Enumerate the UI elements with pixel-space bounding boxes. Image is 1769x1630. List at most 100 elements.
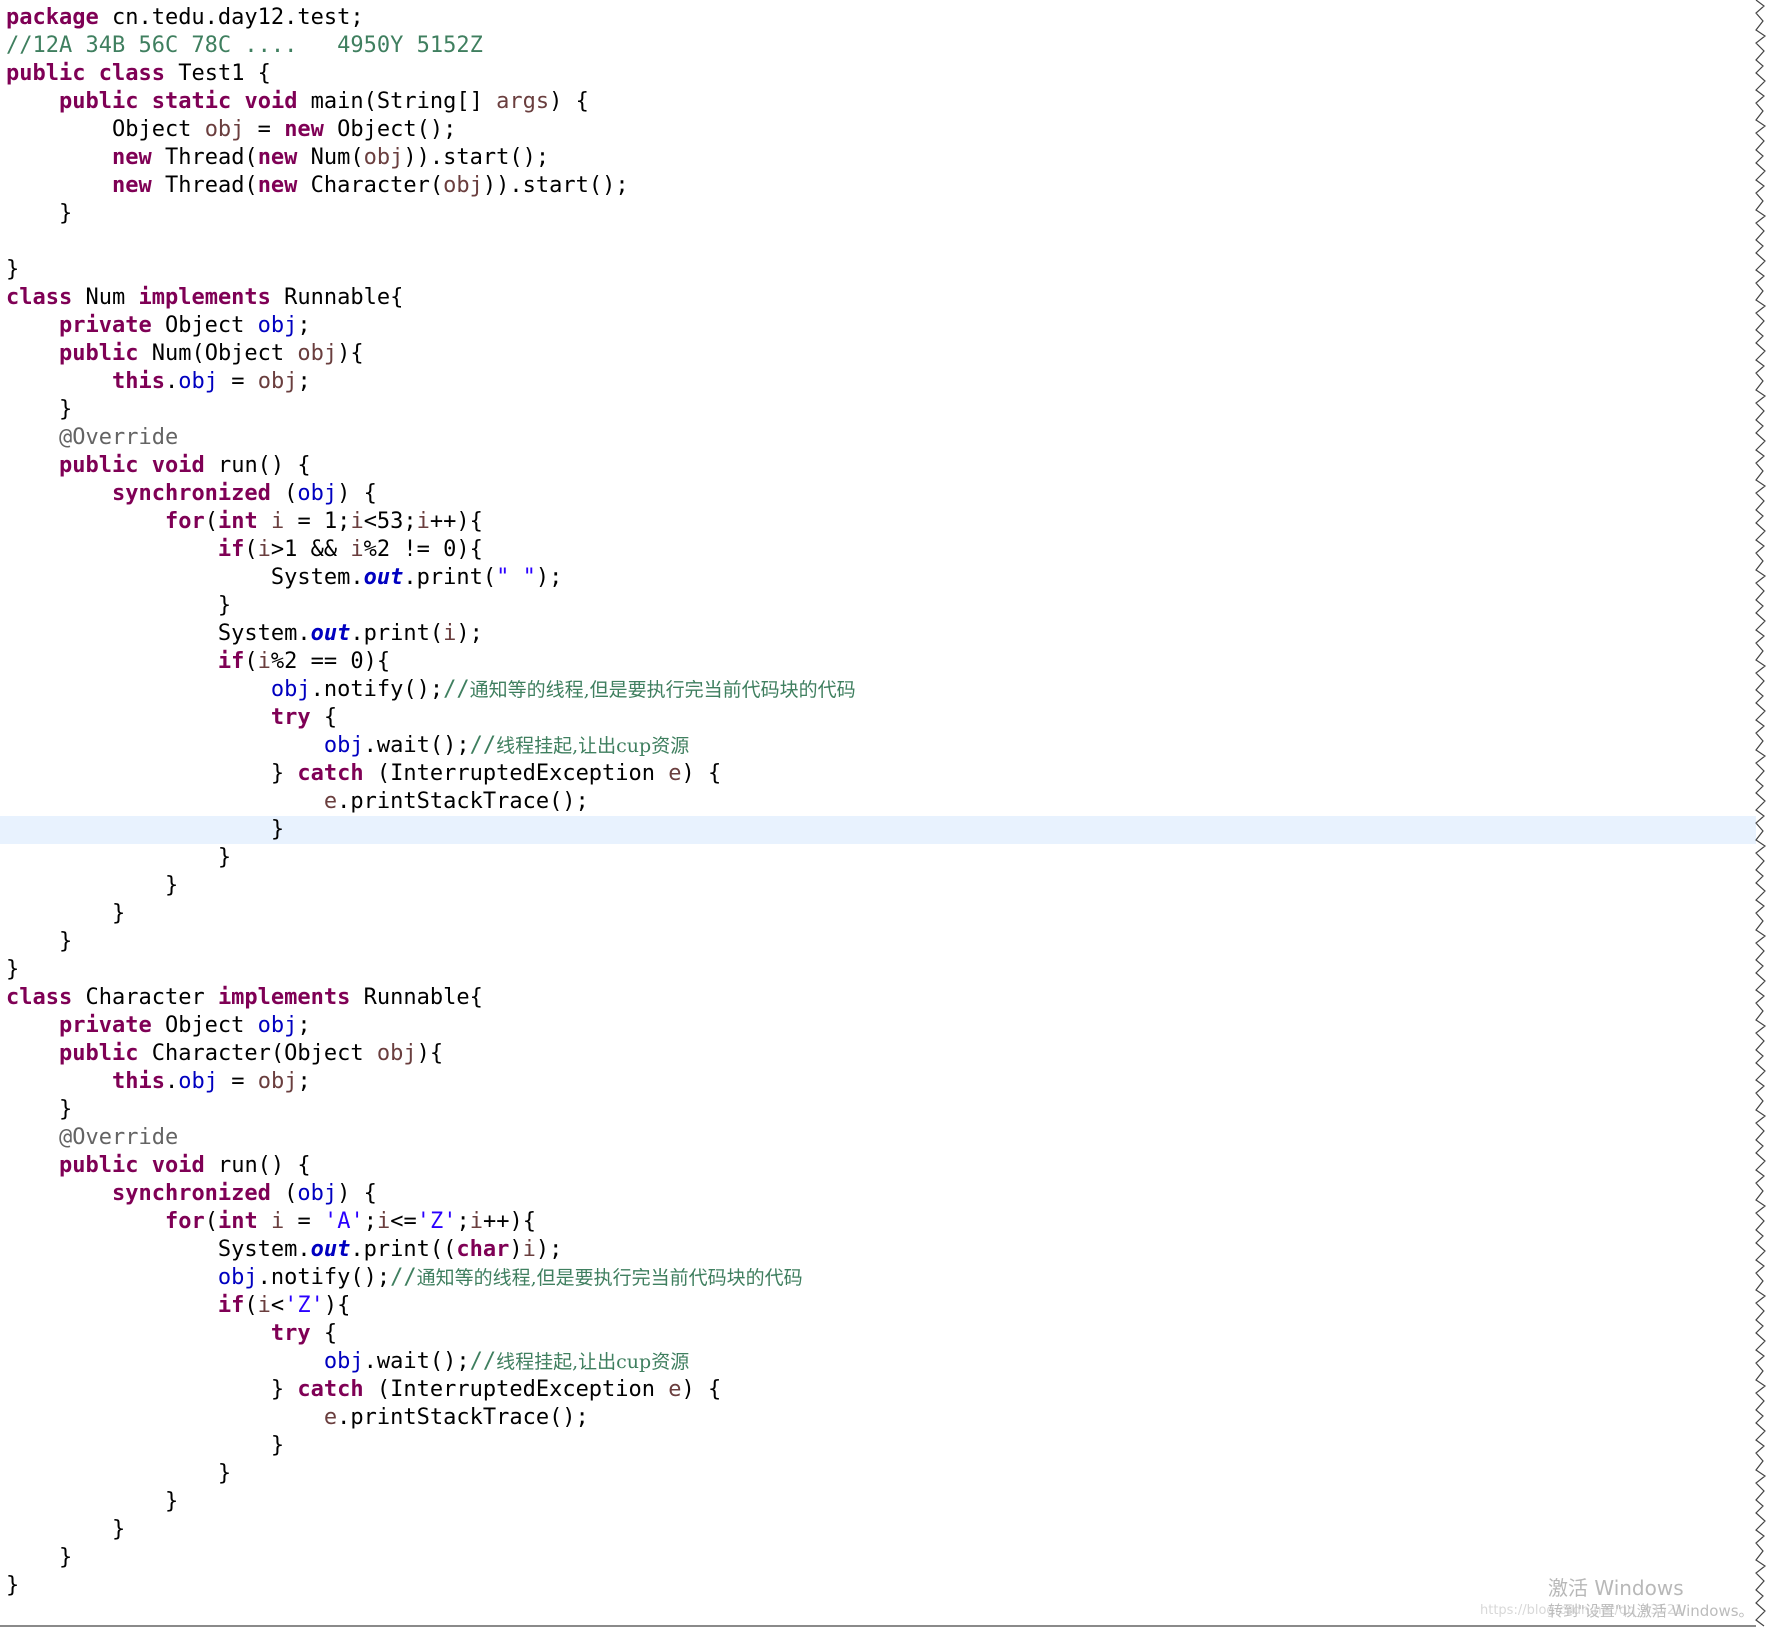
code-line[interactable]: class Character implements Runnable{ (6, 984, 856, 1012)
code-token: class (98, 61, 165, 86)
code-token: synchronized (111, 1181, 271, 1206)
code-line[interactable]: } (6, 900, 856, 928)
code-line[interactable]: obj.notify();//通知等的线程,但是要执行完当前代码块的代码 (6, 1264, 856, 1292)
code-token: cn.tedu.day12.test; (98, 5, 364, 30)
code-line[interactable]: System.out.print(i); (6, 620, 856, 648)
code-line[interactable]: } (6, 256, 856, 284)
code-line[interactable]: } (6, 1460, 856, 1488)
code-token: 通知等的线程,但是要执行完当前代码块的代码 (469, 679, 856, 701)
code-token: obj (257, 313, 298, 338)
code-line[interactable]: @Override (6, 1124, 856, 1152)
code-token: e (668, 1377, 682, 1402)
code-line[interactable]: new Thread(new Num(obj)).start(); (6, 144, 856, 172)
code-token: } (6, 201, 73, 226)
code-line[interactable]: } (6, 1432, 856, 1460)
code-line[interactable]: try { (6, 704, 856, 732)
code-token: ( (204, 509, 218, 534)
code-token: ( (204, 1209, 218, 1234)
code-token: catch (297, 1377, 364, 1402)
code-line[interactable]: if(i>1 && i%2 != 0){ (6, 536, 856, 564)
code-line[interactable] (6, 228, 856, 256)
code-token: } (6, 1377, 298, 1402)
code-line[interactable]: public Character(Object obj){ (6, 1040, 856, 1068)
code-token: int (217, 509, 258, 534)
code-line[interactable]: } (6, 844, 856, 872)
code-token: package (6, 5, 99, 30)
code-line[interactable]: } (6, 956, 856, 984)
code-token: void (151, 1153, 205, 1178)
code-token: . (164, 1069, 179, 1094)
code-token: obj (443, 173, 483, 198)
code-line[interactable]: } (6, 1096, 856, 1124)
code-line[interactable]: synchronized (obj) { (6, 480, 856, 508)
code-line[interactable]: //12A 34B 56C 78C .... 4950Y 5152Z (6, 32, 856, 60)
code-line[interactable]: } (6, 1488, 856, 1516)
code-token: i (270, 509, 285, 534)
code-line[interactable]: try { (6, 1320, 856, 1348)
code-line[interactable]: public Num(Object obj){ (6, 340, 856, 368)
code-token: Character (72, 985, 218, 1010)
code-token: } (6, 957, 20, 982)
code-line[interactable]: if(i<'Z'){ (6, 1292, 856, 1320)
code-token: } (6, 901, 126, 926)
code-line[interactable]: obj.wait();//线程挂起,让出cup资源 (6, 732, 856, 760)
code-token: run() { (204, 453, 311, 478)
code-line[interactable]: public void run() { (6, 452, 856, 480)
code-line[interactable]: for(int i = 1;i<53;i++){ (6, 508, 856, 536)
code-line[interactable]: } (6, 928, 856, 956)
code-line[interactable]: class Num implements Runnable{ (6, 284, 856, 312)
code-token: 线程挂起,让出cup资源 (496, 735, 690, 757)
code-line[interactable]: private Object obj; (6, 312, 856, 340)
code-token: 'Z' (416, 1209, 457, 1234)
code-token: <53; (363, 509, 417, 534)
code-token: = (217, 1069, 258, 1094)
code-line[interactable]: } catch (InterruptedException e) { (6, 760, 856, 788)
code-token: System. (6, 621, 311, 646)
code-line[interactable]: } (6, 1544, 856, 1572)
code-line[interactable]: this.obj = obj; (6, 368, 856, 396)
code-line[interactable]: @Override (6, 424, 856, 452)
code-line[interactable]: e.printStackTrace(); (6, 788, 856, 816)
code-line[interactable]: public void run() { (6, 1152, 856, 1180)
code-token: i (257, 649, 271, 674)
code-line[interactable]: System.out.print(" "); (6, 564, 856, 592)
code-line[interactable]: this.obj = obj; (6, 1068, 856, 1096)
code-line[interactable]: e.printStackTrace(); (6, 1404, 856, 1432)
code-line[interactable]: obj.wait();//线程挂起,让出cup资源 (6, 1348, 856, 1376)
code-token: obj (323, 733, 364, 758)
code-line[interactable]: } (6, 200, 856, 228)
code-line[interactable]: package cn.tedu.day12.test; (6, 4, 856, 32)
code-line[interactable]: } (6, 592, 856, 620)
code-token: // (443, 677, 470, 702)
code-line[interactable]: } (0, 816, 1756, 844)
code-token: ; (297, 1013, 311, 1038)
code-line[interactable]: public static void main(String[] args) { (6, 88, 856, 116)
code-line[interactable]: } (6, 872, 856, 900)
watermark-title: 激活 Windows (1548, 1576, 1684, 1600)
code-line[interactable]: for(int i = 'A';i<='Z';i++){ (6, 1208, 856, 1236)
code-line[interactable]: private Object obj; (6, 1012, 856, 1040)
code-line[interactable]: } (6, 1516, 856, 1544)
code-line[interactable]: } (6, 1572, 856, 1600)
code-token: ; (456, 1209, 470, 1234)
code-token: %2 == 0){ (270, 649, 391, 674)
line-highlight (0, 928, 1756, 956)
code-line[interactable]: new Thread(new Character(obj)).start(); (6, 172, 856, 200)
code-line[interactable]: Object obj = new Object(); (6, 116, 856, 144)
code-token: { (310, 1321, 338, 1346)
code-token: .wait(); (363, 1349, 470, 1374)
code-line[interactable]: } catch (InterruptedException e) { (6, 1376, 856, 1404)
code-token: char (456, 1237, 510, 1262)
code-line[interactable]: public class Test1 { (6, 60, 856, 88)
code-line[interactable]: System.out.print((char)i); (6, 1236, 856, 1264)
code-editor[interactable]: package cn.tedu.day12.test;//12A 34B 56C… (0, 0, 1756, 1627)
code-token: (InterruptedException (363, 761, 669, 786)
code-token: } (6, 1097, 73, 1122)
code-line[interactable]: synchronized (obj) { (6, 1180, 856, 1208)
code-line[interactable]: obj.notify();//通知等的线程,但是要执行完当前代码块的代码 (6, 676, 856, 704)
code-line[interactable]: } (6, 396, 856, 424)
code-line[interactable]: if(i%2 == 0){ (6, 648, 856, 676)
